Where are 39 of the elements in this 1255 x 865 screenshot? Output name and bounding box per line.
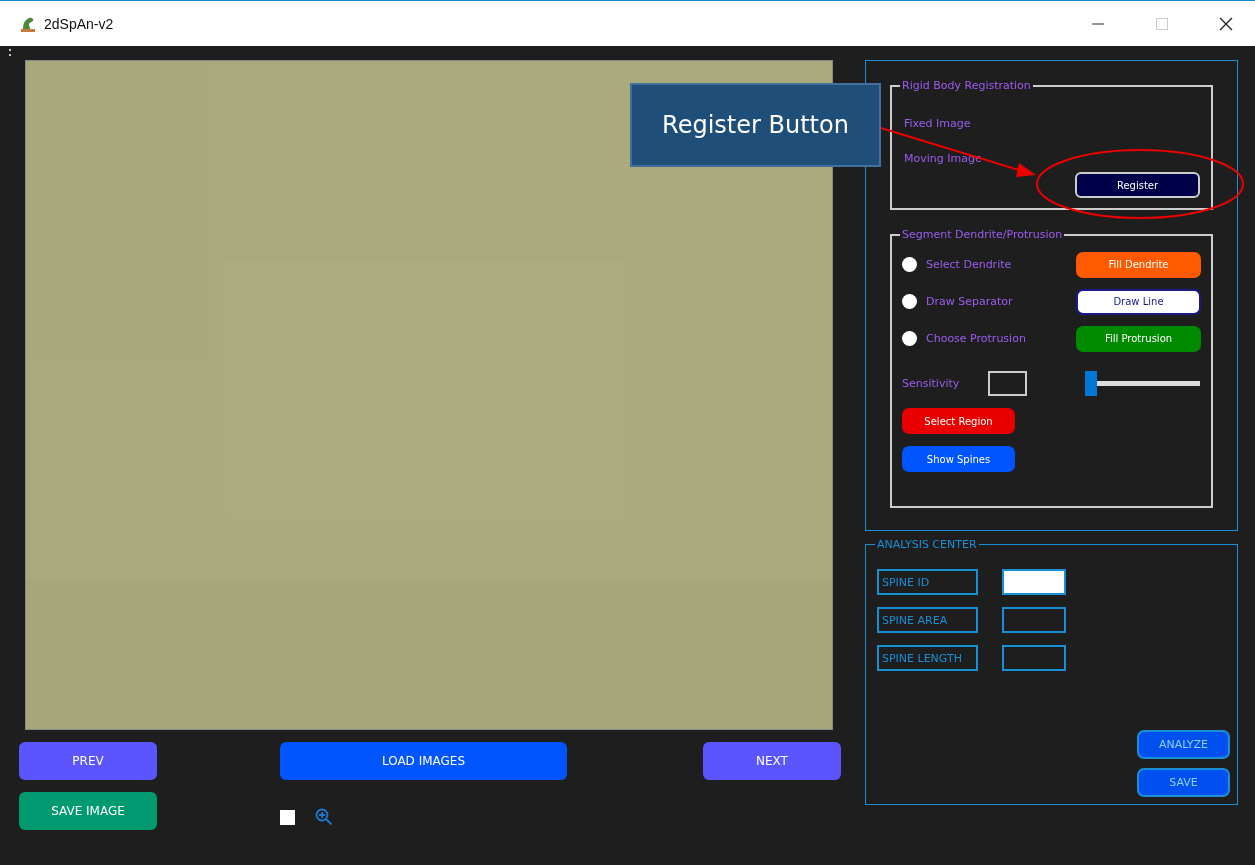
save-image-button[interactable]: SAVE IMAGE [19,792,157,830]
option-label: Draw Separator [926,295,1014,308]
close-icon[interactable] [1219,16,1233,31]
field-label: SPINE AREA [877,607,978,633]
segment-action-button[interactable]: Draw Line [1076,288,1201,315]
zoom-in-icon[interactable] [315,808,333,826]
option-label: Select Dendrite [926,258,1013,271]
input-field[interactable] [1002,645,1066,671]
analysis-button[interactable]: SAVE [1137,768,1230,797]
zoom-checkbox[interactable] [280,809,295,825]
region-action-button[interactable]: Show Spines [902,446,1015,472]
radio-button[interactable] [902,294,917,309]
segment-action-button[interactable]: Fill Protrusion [1076,325,1201,352]
radio-button[interactable] [902,257,917,272]
segment-action-button[interactable]: Fill Dendrite [1076,251,1201,278]
input-field[interactable] [1002,607,1066,633]
analysis-button[interactable]: ANALYZE [1137,730,1230,759]
window-title: 2dSpAn-v2 [44,15,115,32]
group-title: Segment Dendrite/Protrusion [900,228,1065,241]
grip-icon [9,49,12,57]
panel-title: ANALYSIS CENTER [875,538,979,551]
radio-button[interactable] [902,331,917,346]
minimize-icon[interactable] [1092,22,1104,25]
field-label: SPINE LENGTH [877,645,978,671]
sensitivity-label: Sensitivity [902,376,961,390]
next-button[interactable]: NEXT [703,742,841,780]
moving-image-label: Moving Image [904,152,983,165]
load-images-button[interactable]: LOAD IMAGES [280,742,567,780]
field-label: SPINE ID [877,569,978,595]
register-button[interactable]: Register [1075,172,1200,198]
input-field[interactable] [1002,569,1066,595]
prev-button[interactable]: PREV [19,742,157,780]
slider-thumb[interactable] [1084,370,1097,396]
region-action-button[interactable]: Select Region [902,408,1015,434]
option-label: Choose Protrusion [926,332,1027,345]
group-title: Rigid Body Registration [900,79,1033,92]
annotation-callout: Register Button [630,83,881,167]
fixed-image-label: Fixed Image [904,117,972,130]
sensitivity-field[interactable] [988,370,1027,396]
